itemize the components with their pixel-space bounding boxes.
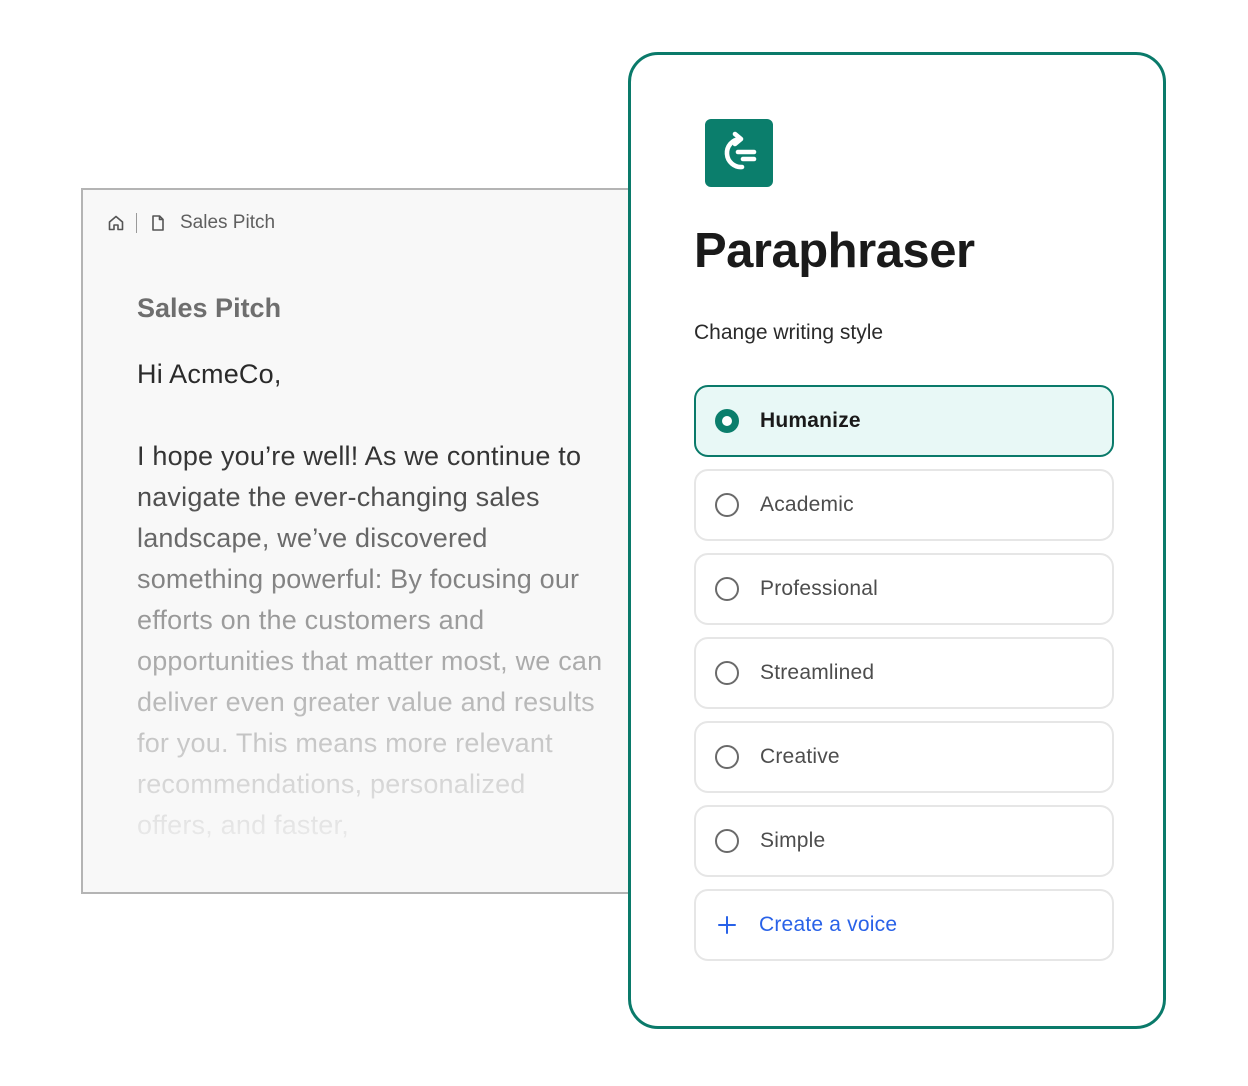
style-options: Humanize Academic Professional Streamlin… xyxy=(694,385,1114,973)
radio-unselected[interactable] xyxy=(715,661,739,685)
radio-unselected[interactable] xyxy=(715,493,739,517)
paraphrase-arrow-icon xyxy=(705,119,773,187)
style-option-label: Simple xyxy=(760,829,826,852)
style-option-academic[interactable]: Academic xyxy=(694,469,1114,541)
file-icon xyxy=(149,214,167,232)
style-option-simple[interactable]: Simple xyxy=(694,805,1114,877)
document-body[interactable]: Hi AcmeCo, I hope you’re well! As we con… xyxy=(137,354,607,846)
paraphraser-card: Paraphraser Change writing style Humaniz… xyxy=(628,52,1166,1029)
document-paragraph: I hope you’re well! As we continue to na… xyxy=(137,441,603,840)
stage: Sales Pitch Sales Pitch Hi AcmeCo, I hop… xyxy=(0,0,1248,1086)
style-option-label: Academic xyxy=(760,493,854,516)
breadcrumb-label[interactable]: Sales Pitch xyxy=(180,212,275,234)
paraphraser-subtitle: Change writing style xyxy=(694,321,884,344)
style-option-label: Humanize xyxy=(760,409,861,432)
style-option-humanize[interactable]: Humanize xyxy=(694,385,1114,457)
breadcrumb-divider xyxy=(136,213,137,233)
paraphraser-title: Paraphraser xyxy=(694,224,975,278)
breadcrumb: Sales Pitch xyxy=(107,212,275,234)
radio-unselected[interactable] xyxy=(715,577,739,601)
document-panel: Sales Pitch Sales Pitch Hi AcmeCo, I hop… xyxy=(81,188,701,894)
plus-icon xyxy=(716,914,738,936)
style-option-label: Professional xyxy=(760,577,878,600)
style-option-label: Creative xyxy=(760,745,840,768)
style-option-creative[interactable]: Creative xyxy=(694,721,1114,793)
radio-unselected[interactable] xyxy=(715,829,739,853)
create-voice-label: Create a voice xyxy=(759,913,898,936)
document-greeting: Hi AcmeCo, xyxy=(137,359,282,389)
style-option-streamlined[interactable]: Streamlined xyxy=(694,637,1114,709)
document-title: Sales Pitch xyxy=(137,293,282,323)
home-icon[interactable] xyxy=(107,214,125,232)
create-voice-button[interactable]: Create a voice xyxy=(694,889,1114,961)
style-option-professional[interactable]: Professional xyxy=(694,553,1114,625)
style-option-label: Streamlined xyxy=(760,661,875,684)
radio-selected[interactable] xyxy=(715,409,739,433)
radio-unselected[interactable] xyxy=(715,745,739,769)
